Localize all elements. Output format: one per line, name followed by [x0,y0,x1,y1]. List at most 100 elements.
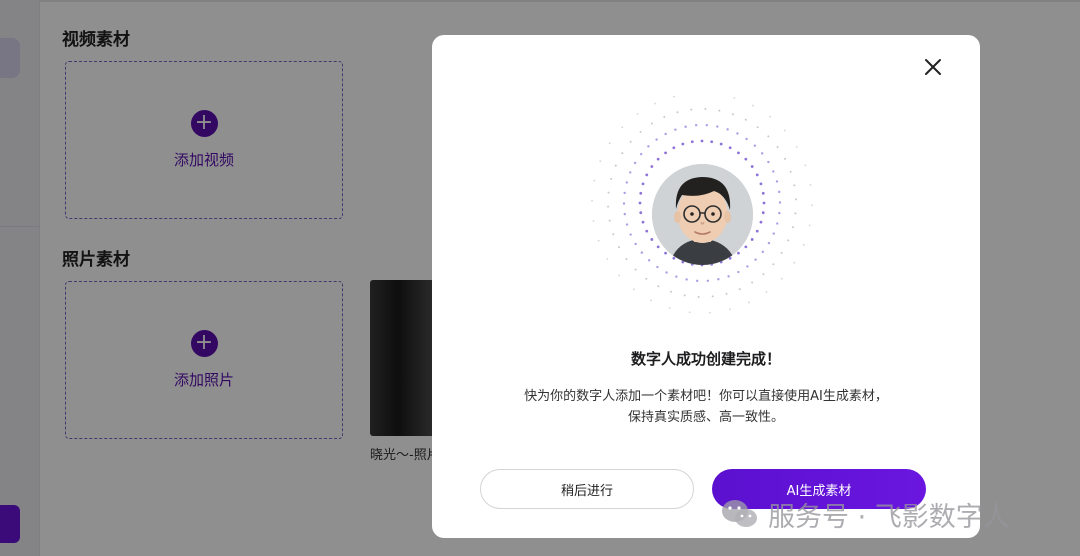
ring-dot [641,182,645,186]
ring-dot [656,265,659,269]
ring-dot [791,226,794,229]
ring-dot [780,251,783,254]
ring-dot [716,125,719,128]
ring-dot [650,238,654,241]
ring-dot [731,113,734,116]
ring-dot [784,157,787,160]
ring-dot [765,291,768,294]
ring-dot [591,199,593,202]
ring-dot [728,146,732,150]
ring-dot [645,277,648,280]
ring-dot [709,311,711,314]
ring-dot [683,294,686,297]
ring-dot [608,142,611,145]
ring-dot [746,265,749,268]
ring-dot [762,201,766,205]
ring-dot [789,170,792,173]
ring-dot [748,301,750,304]
ring-dot [625,223,629,226]
ring-dot [751,281,754,284]
ring-dot [794,212,797,215]
ring-dot [650,122,653,125]
ring-dot [778,211,781,215]
success-title: 数字人成功创建完成！ [630,350,781,368]
ring-dot [727,275,730,278]
ring-dot [656,245,660,249]
ring-dot [672,146,676,150]
ring-dot [621,126,624,129]
ring-dot [645,173,649,177]
ring-dot [808,224,811,227]
ring-dot [761,191,765,195]
ring-dot [618,274,621,277]
ring-dot [794,198,797,201]
ring-dot [717,278,720,281]
ring-dot [750,238,754,241]
ring-dot [650,299,652,302]
ring-dot [697,295,700,298]
ring-dot [704,108,707,111]
ring-dot [654,102,656,105]
ring-dot [612,233,615,236]
ring-dot [811,204,813,207]
ring-dot [750,165,754,168]
success-description: 快为你的数字人添加一个素材吧！你可以直接使用AI生成素材， 保持真实质感、高一致… [472,386,940,428]
ring-dot [711,295,714,298]
ring-dot [670,290,673,293]
ring-dot [599,160,602,163]
ring-dot [675,275,678,278]
ring-dot [736,132,739,135]
wechat-logo-icon [722,500,757,527]
ring-dot [634,242,637,246]
later-button[interactable]: 稍后进行 [480,469,694,509]
ring-dot [639,130,642,133]
ring-dot [738,288,741,291]
ring-dot [705,123,709,127]
ring-dot [759,220,763,224]
ring-dot [597,239,600,242]
ring-dot [706,279,710,282]
watermark-text: 服务号 · 飞影数字人 [768,501,1010,533]
ring-dot [694,124,698,127]
ring-dot [639,211,643,215]
ring-dot [769,115,771,118]
ring-dot [725,292,728,295]
ring-dot [754,258,757,261]
ring-dot [657,285,660,288]
ring-dot [673,95,675,98]
ring-dot [775,180,779,183]
ring-dot [802,243,805,246]
ring-dot [726,128,729,131]
ring-dot [674,128,677,131]
ring-dot [607,191,610,194]
ring-dot [629,140,632,143]
ring-dot [700,139,704,143]
ring-dot [755,229,759,233]
ring-dot [664,132,667,136]
ring-dot [607,205,610,208]
success-dialog: 数字人成功创建完成！ 快为你的数字人添加一个素材吧！你可以直接使用AI生成素材，… [432,35,980,538]
ring-dot [733,96,736,99]
ring-dot [623,212,626,216]
ring-dot [729,308,731,311]
ring-dot [737,151,740,155]
ring-dot [623,191,626,195]
ring-dot [744,245,748,249]
ring-dot [737,270,740,274]
ring-dot [645,229,649,233]
ring-dot [655,138,658,141]
close-icon [925,59,941,75]
close-button[interactable] [922,56,944,78]
ring-dot [737,251,740,255]
ring-dot [664,151,667,155]
ring-dot [760,152,764,155]
ring-dot [755,173,759,177]
ring-dot [629,171,632,174]
ring-dot [592,220,595,222]
ring-dot [761,250,765,254]
ring-dot [778,190,781,194]
ring-dot [625,257,628,260]
ring-dot [804,164,807,167]
ring-dot [665,271,668,274]
ring-dot [772,232,775,235]
